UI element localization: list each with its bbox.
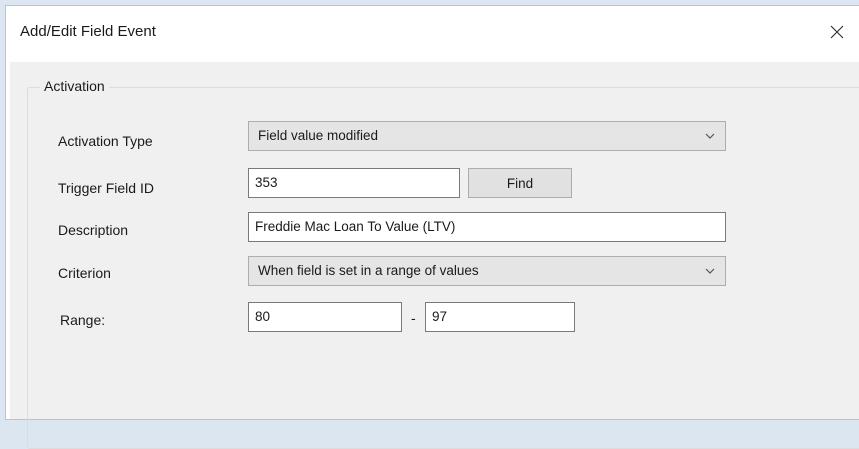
dialog-body: Activation Activation Type Field value m… bbox=[10, 62, 859, 449]
activation-type-label: Activation Type bbox=[58, 133, 153, 149]
range-to-input[interactable]: 97 bbox=[425, 302, 575, 332]
close-button[interactable] bbox=[815, 14, 859, 50]
add-edit-field-event-dialog: Add/Edit Field Event Activation Activati… bbox=[6, 6, 859, 449]
title-bar: Add/Edit Field Event bbox=[6, 6, 859, 62]
range-label: Range: bbox=[60, 312, 106, 328]
range-to-value: 97 bbox=[432, 309, 448, 324]
range-from-input[interactable]: 80 bbox=[248, 302, 402, 332]
description-value: Freddie Mac Loan To Value (LTV) bbox=[255, 219, 456, 234]
trigger-field-id-input[interactable]: 353 bbox=[248, 168, 460, 198]
chevron-down-icon bbox=[705, 268, 715, 274]
find-button[interactable]: Find bbox=[468, 168, 572, 198]
criterion-value: When field is set in a range of values bbox=[258, 263, 479, 278]
description-input[interactable]: Freddie Mac Loan To Value (LTV) bbox=[248, 212, 726, 242]
criterion-dropdown[interactable]: When field is set in a range of values bbox=[248, 256, 726, 286]
activation-type-value: Field value modified bbox=[258, 128, 379, 143]
criterion-label: Criterion bbox=[58, 265, 111, 281]
chevron-down-icon bbox=[705, 133, 715, 139]
trigger-field-id-value: 353 bbox=[255, 175, 278, 190]
activation-type-dropdown[interactable]: Field value modified bbox=[248, 121, 726, 151]
description-label: Description bbox=[58, 222, 129, 238]
close-icon bbox=[830, 25, 844, 39]
range-from-value: 80 bbox=[255, 309, 271, 324]
window-title: Add/Edit Field Event bbox=[20, 23, 156, 40]
trigger-field-id-label: Trigger Field ID bbox=[58, 180, 154, 196]
activation-group-label: Activation bbox=[40, 78, 109, 94]
range-separator: - bbox=[411, 310, 416, 326]
